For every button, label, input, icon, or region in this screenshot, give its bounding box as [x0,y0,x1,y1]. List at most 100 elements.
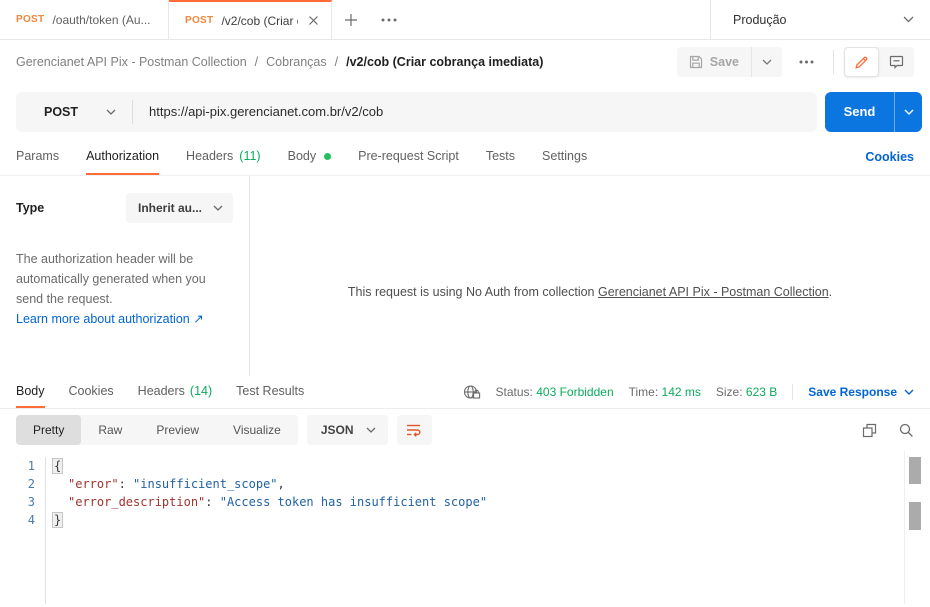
authorization-type-column: Type Inherit au... The authorization hea… [0,176,250,376]
json-response-body: { "error": "insufficient_scope", "error_… [46,457,487,604]
more-options-icon[interactable] [790,60,823,64]
save-response-button[interactable]: Save Response [808,385,914,399]
cookies-link[interactable]: Cookies [865,139,914,175]
response-meta: Status: 403 Forbidden Time: 142 ms Size:… [463,376,914,408]
tab-settings[interactable]: Settings [542,139,587,175]
breadcrumb-folder[interactable]: Cobranças [266,55,326,69]
method-label: POST [44,104,79,119]
chevron-down-icon [904,389,914,395]
tab-params[interactable]: Params [16,139,59,175]
line-number: 3 [27,495,35,509]
request-tabs: Params Authorization Headers (11) Body P… [0,139,930,176]
code-line: "error": "insufficient_scope", [68,477,285,491]
response-body-editor: 1 2 3 4 { "error": "insufficient_scope",… [0,451,930,604]
response-toolbar: Pretty Raw Preview Visualize JSON [0,409,930,451]
auth-type-dropdown[interactable]: Inherit au... [126,193,233,223]
line-number: 1 [27,459,35,473]
chevron-down-icon [106,109,116,115]
collection-link[interactable]: Gerencianet API Pix - Postman Collection [598,285,829,299]
environment-selector[interactable]: Produção [710,0,930,39]
tab-bar: POST /oauth/token (Au... POST /v2/cob (C… [0,0,930,40]
save-button-label: Save [709,55,739,69]
tab-tests[interactable]: Tests [486,139,515,175]
environment-name: Produção [733,12,787,27]
request-tab-v2cob[interactable]: POST /v2/cob (Criar co... [169,0,332,39]
tab-authorization[interactable]: Authorization [86,139,160,175]
view-raw-button[interactable]: Raw [81,415,139,445]
format-dropdown[interactable]: JSON [306,415,388,445]
url-input[interactable]: https://api-pix.gerencianet.com.br/v2/co… [133,104,383,119]
tab-label: Headers [186,149,234,163]
comment-button[interactable] [879,47,914,77]
time-badge: Time: 142 ms [628,385,701,399]
type-label: Type [16,201,45,215]
method-badge: POST [185,15,214,26]
request-tab-oauth-token[interactable]: POST /oauth/token (Au... [0,0,169,39]
chevron-down-icon [213,205,223,211]
breadcrumb-separator: / [254,55,259,69]
divider [833,50,834,74]
tab-label: Pre-request Script [358,149,459,163]
save-options-button[interactable] [751,47,782,77]
save-icon [689,55,703,69]
new-tab-button[interactable] [332,0,370,39]
response-tab-cookies[interactable]: Cookies [69,376,114,408]
send-button-group: Send [825,91,922,132]
network-info-icon[interactable] [463,384,481,400]
auth-description: The authorization header will be automat… [16,252,206,306]
edit-request-button[interactable] [844,47,879,77]
tab-label: /v2/cob (Criar co... [221,13,298,28]
response-tools [862,423,914,438]
chevron-down-icon [366,427,376,433]
tab-label: Body [287,149,317,163]
pencil-icon [854,55,869,70]
headers-count-badge: (11) [239,149,261,163]
scrollbar-thumb[interactable] [909,502,921,530]
save-button[interactable]: Save [677,47,751,77]
save-button-group: Save [676,47,782,77]
tab-label: Settings [542,149,588,163]
auth-inherit-message: This request is using No Auth from colle… [347,285,833,299]
tab-label: /oauth/token (Au... [52,12,151,27]
wrap-lines-icon [406,423,422,437]
tab-label: Tests [485,149,516,163]
view-preview-button[interactable]: Preview [139,415,216,445]
tab-label: Cookies [68,384,114,398]
view-visualize-button[interactable]: Visualize [216,415,298,445]
status-badge: Status: 403 Forbidden [495,385,614,399]
close-icon[interactable] [306,13,321,28]
send-options-button[interactable] [894,91,922,132]
headers-count-badge: (14) [189,384,213,398]
send-button[interactable]: Send [825,92,894,132]
response-tab-body[interactable]: Body [16,376,45,408]
tab-pre-request-script[interactable]: Pre-request Script [358,139,459,175]
scrollbar-thumb[interactable] [909,457,921,484]
chevron-down-icon [903,16,914,23]
request-url-bar: POST https://api-pix.gerencianet.com.br/… [0,84,930,139]
divider [792,384,794,400]
header-actions: Save [676,47,914,77]
request-header: Gerencianet API Pix - Postman Collection… [0,40,930,84]
auth-type-value: Inherit au... [138,201,203,215]
tab-label: Headers [137,384,185,398]
line-number-gutter: 1 2 3 4 [0,457,46,604]
code-line: } [53,513,63,527]
breadcrumb-collection[interactable]: Gerencianet API Pix - Postman Collection [16,55,247,69]
code-line: { [53,459,63,473]
wrap-lines-button[interactable] [396,415,432,445]
response-tab-headers[interactable]: Headers (14) [138,376,212,408]
search-icon[interactable] [899,423,914,438]
view-pretty-button[interactable]: Pretty [16,415,82,445]
learn-more-link[interactable]: Learn more about authorization ↗ [16,311,204,326]
tab-label: Test Results [236,384,305,398]
tab-headers[interactable]: Headers (11) [186,139,261,175]
response-tab-test-results[interactable]: Test Results [236,376,304,408]
tab-body[interactable]: Body [288,139,332,175]
body-modified-dot [324,152,332,160]
tab-options-icon[interactable] [370,0,408,39]
edit-comment-group [844,47,914,77]
method-badge: POST [16,14,45,25]
method-selector[interactable]: POST [16,105,132,119]
code-line: "error_description": "Access token has i… [68,495,488,509]
copy-icon[interactable] [862,423,877,438]
